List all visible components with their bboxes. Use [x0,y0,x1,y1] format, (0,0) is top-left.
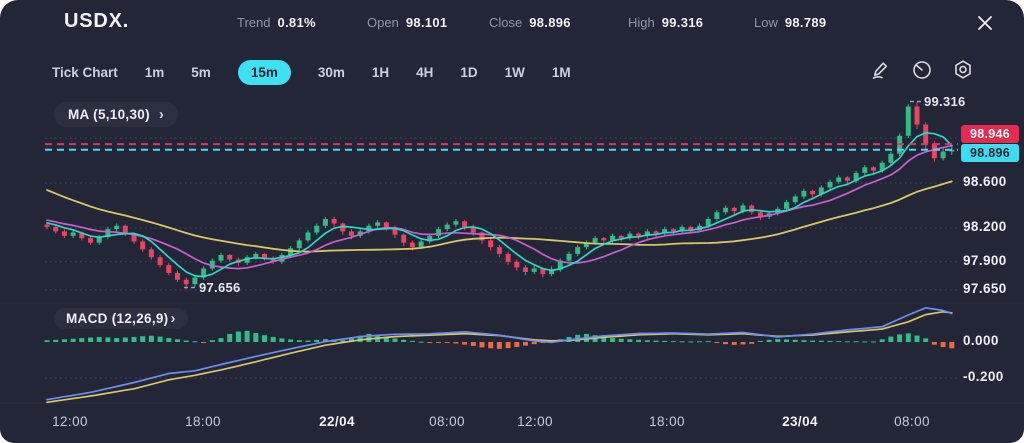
chevron-right-icon [170,311,175,326]
history-icon[interactable] [910,58,934,82]
stat-value: 99.316 [662,15,704,30]
tab-1d[interactable]: 1D [460,65,477,80]
stat-low: Low 98.789 [754,15,826,30]
tab-4h[interactable]: 4H [416,65,433,80]
stat-label: Trend [237,15,270,30]
stat-value: 0.81% [277,15,315,30]
edit-icon[interactable] [869,58,893,82]
settings-icon[interactable] [951,58,975,82]
close-icon[interactable] [974,12,996,34]
chart-tools [869,58,975,82]
symbol-title: USDX. [64,10,129,33]
stat-label: High [628,15,655,30]
tab-tick-chart[interactable]: Tick Chart [52,65,118,80]
stat-open: Open 98.101 [367,15,447,30]
tab-1h[interactable]: 1H [372,65,389,80]
stat-high: High 99.316 [628,15,703,30]
tab-1m[interactable]: 1m [145,65,165,80]
stat-label: Close [489,15,522,30]
stat-value: 98.896 [529,15,571,30]
prev-price-badge: 98.946 [961,125,1019,143]
tab-15m[interactable]: 15m [238,60,291,85]
ma-indicator-pill[interactable]: MA (5,10,30) [54,102,178,127]
stat-trend: Trend 0.81% [237,15,316,30]
stat-value: 98.101 [406,15,448,30]
tab-30m[interactable]: 30m [318,65,345,80]
tab-5m[interactable]: 5m [191,65,211,80]
stat-label: Open [367,15,399,30]
chart-panel: USDX. Trend0.81% Open98.101 Close98.896 … [0,0,1024,443]
interval-tabs: Tick Chart 1m 5m 15m 30m 1H 4H 1D 1W 1M [52,56,571,88]
tab-1w[interactable]: 1W [505,65,525,80]
stat-close: Close 98.896 [489,15,571,30]
high-price-annotation: 99.316 [924,94,966,109]
tab-1m[interactable]: 1M [552,65,571,80]
low-price-annotation: 97.656 [199,280,241,295]
macd-indicator-label: MACD (12,26,9) [66,311,168,326]
stat-label: Low [754,15,778,30]
stat-value: 98.789 [785,15,827,30]
macd-indicator-pill[interactable]: MACD (12,26,9) [54,308,188,329]
chevron-right-icon [159,107,164,122]
chart-area[interactable] [40,92,958,402]
ma-indicator-label: MA (5,10,30) [68,107,150,122]
last-price-badge: 98.896 [961,144,1019,162]
